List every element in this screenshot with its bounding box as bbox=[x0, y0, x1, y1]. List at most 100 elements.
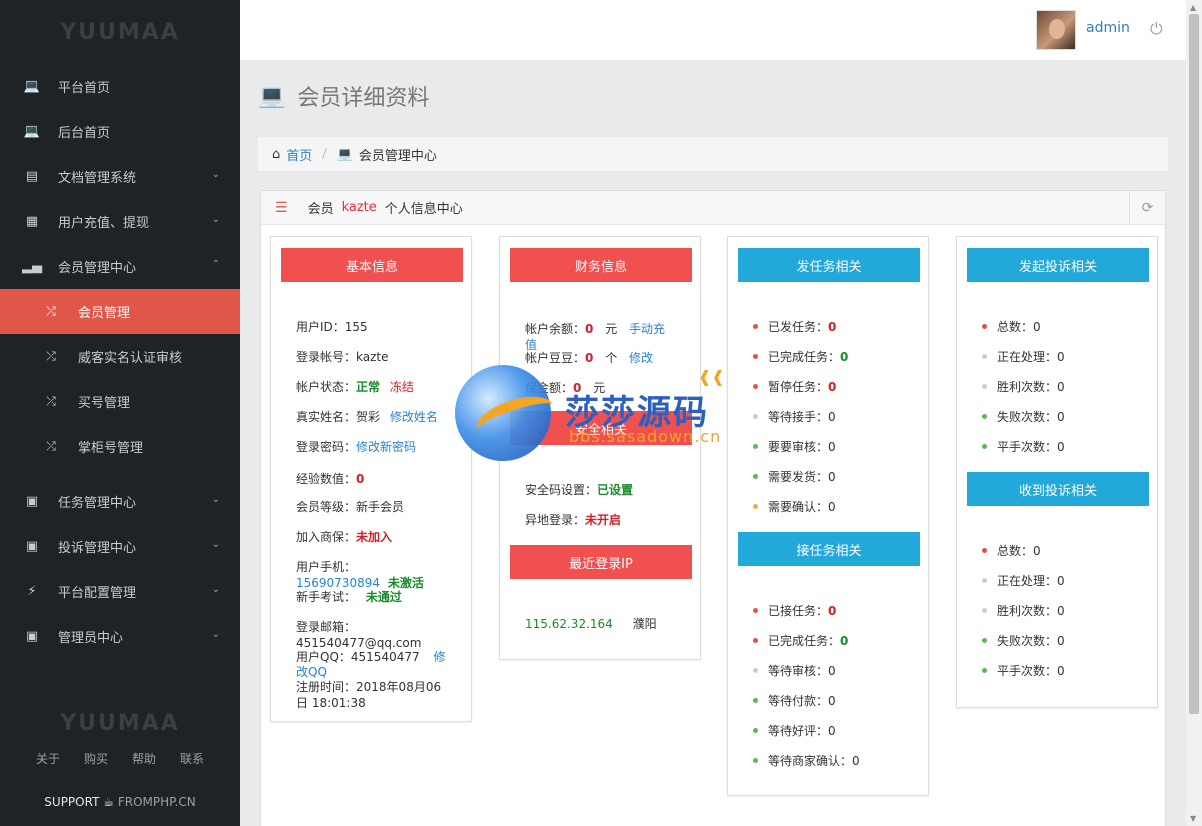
stat-label: 失败次数： bbox=[997, 634, 1058, 648]
status-freeze-link[interactable]: 冻结 bbox=[390, 380, 414, 394]
admin-username[interactable]: admin bbox=[1086, 20, 1130, 36]
footer-link-help[interactable]: 帮助 bbox=[132, 750, 156, 767]
stat-value: 0 bbox=[828, 470, 836, 484]
avatar[interactable] bbox=[1036, 10, 1076, 50]
edit-qq-link[interactable]: 修 bbox=[433, 650, 445, 664]
realname-row: 真实姓名：贺彩 修改姓名 bbox=[296, 409, 438, 425]
stat-value: 0 bbox=[1057, 634, 1065, 648]
label: 登录邮箱： bbox=[296, 620, 357, 634]
label: 经验数值： bbox=[296, 472, 357, 486]
chevron-down-icon: ⌄ bbox=[211, 584, 220, 595]
stat-row: 已接任务：0 bbox=[753, 603, 836, 619]
coffee-icon: ☕ bbox=[103, 795, 115, 809]
exam-value: 未通过 bbox=[365, 590, 402, 604]
sidebar-item-members[interactable]: ▂▄ 会员管理中心 ⌃ bbox=[0, 244, 240, 289]
recent-ip-button[interactable]: 最近登录IP bbox=[510, 545, 692, 579]
phone-link[interactable]: 15690730894 bbox=[296, 576, 380, 590]
status-dot-icon bbox=[982, 384, 987, 389]
chevron-down-icon: ⌄ bbox=[211, 214, 220, 225]
sidebar-item-documents[interactable]: ▤ 文档管理系统 ⌄ bbox=[0, 154, 240, 199]
laptop-icon: 💻 bbox=[336, 146, 353, 162]
complaint-in-button[interactable]: 收到投诉相关 bbox=[967, 472, 1149, 506]
basic-info-card: 基本信息 用户ID：155 登录帐号：kazte 帐户状态：正常 冻结 真实姓名… bbox=[270, 236, 472, 722]
stat-value: 0 bbox=[840, 634, 849, 648]
stat-label: 正在处理： bbox=[997, 350, 1058, 364]
stat-value: 0 bbox=[1057, 604, 1065, 618]
watermark: ❰❰ 莎莎源码 bbs.sasadown.cn bbox=[455, 365, 755, 465]
sidebar-item-admins[interactable]: ▣ 管理员中心 ⌄ bbox=[0, 614, 240, 659]
finance-button[interactable]: 财务信息 bbox=[510, 248, 692, 282]
sidebar-item-label: 用户充值、提现 bbox=[58, 216, 150, 231]
support-line[interactable]: SUPPORT ☕ FROMPHP.CN bbox=[0, 795, 240, 809]
panel-username: kazte bbox=[341, 200, 377, 215]
sidebar-item-tasks[interactable]: ▣ 任务管理中心 ⌄ bbox=[0, 479, 240, 524]
edit-realname-link[interactable]: 修改姓名 bbox=[390, 410, 438, 424]
scrollbar-thumb[interactable] bbox=[1189, 14, 1199, 714]
recharge-link[interactable]: 手动充 bbox=[629, 322, 665, 336]
breadcrumb-home[interactable]: 首页 bbox=[286, 145, 312, 164]
sidebar-item-platform-home[interactable]: 💻 平台首页 bbox=[0, 64, 240, 109]
scroll-up-icon[interactable]: ▲ bbox=[1190, 3, 1196, 12]
shuffle-icon: ⤮ bbox=[46, 304, 56, 318]
stat-row: 胜利次数：0 bbox=[982, 603, 1065, 619]
breadcrumb-current: 会员管理中心 bbox=[358, 148, 437, 164]
edit-password-link[interactable]: 修改新密码 bbox=[356, 440, 416, 454]
sidebar-subitem-member-manage[interactable]: ⤮ 会员管理 bbox=[0, 289, 240, 334]
stat-row: 已发任务：0 bbox=[753, 319, 836, 335]
sidebar-subitem-buyer-accounts[interactable]: ⤮ 买号管理 bbox=[0, 379, 240, 424]
scrollbar[interactable]: ▲ ▼ bbox=[1186, 0, 1202, 826]
chevron-down-icon: ⌄ bbox=[211, 629, 220, 640]
sidebar-item-config[interactable]: ⚡ 平台配置管理 ⌄ bbox=[0, 569, 240, 614]
stat-value: 0 bbox=[1057, 664, 1065, 678]
sidebar-subitem-shop-accounts[interactable]: ⤮ 掌柜号管理 bbox=[0, 424, 240, 469]
footer-link-buy[interactable]: 购买 bbox=[84, 750, 108, 767]
stat-row: 正在处理：0 bbox=[982, 349, 1065, 365]
stat-row: 失败次数：0 bbox=[982, 409, 1065, 425]
refresh-icon[interactable]: ⟳ bbox=[1129, 191, 1165, 224]
edit-qq-link-2[interactable]: 改QQ bbox=[296, 665, 327, 679]
sidebar-item-admin-home[interactable]: 💻 后台首页 bbox=[0, 109, 240, 154]
status-normal[interactable]: 正常 bbox=[356, 380, 380, 394]
label: 真实姓名： bbox=[296, 410, 357, 424]
power-icon[interactable]: ⏻ bbox=[1150, 19, 1163, 39]
stat-row: 等待审核：0 bbox=[753, 663, 836, 679]
stat-label: 需要发货： bbox=[768, 470, 829, 484]
footer-link-about[interactable]: 关于 bbox=[36, 750, 60, 767]
watermark-url: bbs.sasadown.cn bbox=[569, 427, 722, 446]
stat-label: 平手次数： bbox=[997, 440, 1058, 454]
scroll-down-icon[interactable]: ▼ bbox=[1190, 814, 1196, 823]
label: 帐户状态： bbox=[296, 380, 357, 394]
register-date: 2018年08月06 bbox=[356, 680, 442, 694]
stat-label: 暂停任务： bbox=[768, 380, 829, 394]
stat-label: 已完成任务： bbox=[768, 634, 841, 648]
page-title-text: 会员详细资料 bbox=[297, 86, 430, 111]
publish-tasks-button[interactable]: 发任务相关 bbox=[738, 248, 920, 282]
footer-link-contact[interactable]: 联系 bbox=[180, 750, 204, 767]
complaint-out-button[interactable]: 发起投诉相关 bbox=[967, 248, 1149, 282]
stat-label: 平手次数： bbox=[997, 664, 1058, 678]
chevron-down-icon: ⌄ bbox=[211, 169, 220, 180]
realname: 贺彩 bbox=[356, 410, 381, 424]
edit-beans-link[interactable]: 修改 bbox=[629, 351, 653, 365]
breadcrumb: ⌂ 首页 / 💻 会员管理中心 bbox=[258, 137, 1168, 171]
support-site: FROMPHP.CN bbox=[117, 795, 196, 809]
label: 用户ID： bbox=[296, 320, 345, 334]
sidebar-item-recharge[interactable]: ▦ 用户充值、提现 ⌄ bbox=[0, 199, 240, 244]
sidebar-item-label: 威客实名认证审核 bbox=[78, 351, 183, 366]
receive-tasks-button[interactable]: 接任务相关 bbox=[738, 532, 920, 566]
status-dot-icon bbox=[982, 324, 987, 329]
status-dot-icon bbox=[982, 638, 987, 643]
sidebar-item-complaints[interactable]: ▣ 投诉管理中心 ⌄ bbox=[0, 524, 240, 569]
shuffle-icon: ⤮ bbox=[46, 349, 56, 363]
phone-status: 未激活 bbox=[387, 576, 424, 590]
basic-info-button[interactable]: 基本信息 bbox=[281, 248, 463, 282]
label: 用户QQ： bbox=[296, 650, 351, 664]
exp-row: 经验数值：0 bbox=[296, 471, 364, 487]
status-dot-icon bbox=[753, 354, 758, 359]
stat-value: 0 bbox=[828, 320, 837, 334]
ip-row: 115.62.32.164 濮阳 bbox=[525, 616, 657, 632]
sidebar-subitem-verify[interactable]: ⤮ 威客实名认证审核 bbox=[0, 334, 240, 379]
stat-value: 0 bbox=[828, 604, 837, 618]
stat-value: 0 bbox=[1033, 544, 1041, 558]
sidebar-logo[interactable]: YUUMAA bbox=[0, 0, 240, 64]
